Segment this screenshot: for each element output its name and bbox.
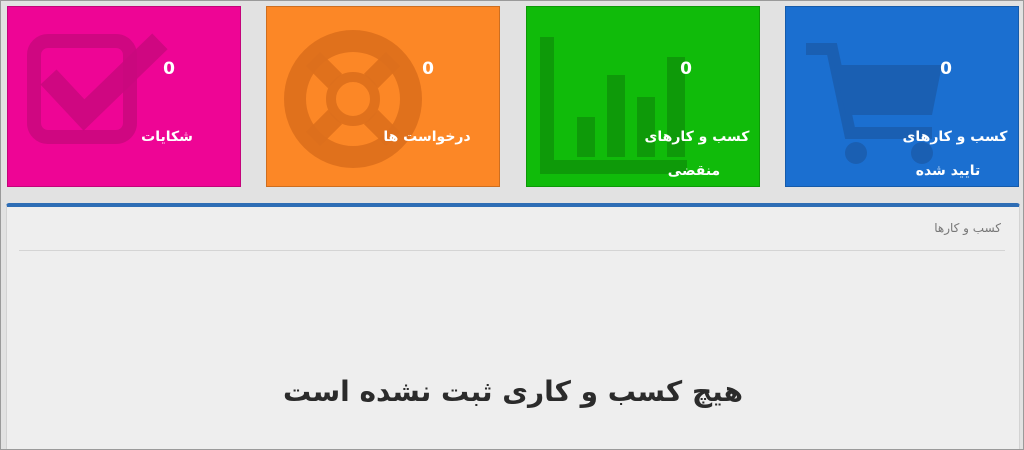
tile-approved-businesses[interactable]: 0 کسب و کارهای تایید شده [785,6,1019,187]
complaints-count: 0 [163,59,175,79]
approved-count: 0 [940,59,952,79]
requests-count: 0 [422,59,434,79]
complaints-label: شکایات [141,129,193,145]
approved-label-line2: تایید شده [915,163,981,179]
expired-label-line1: کسب و کارهای [644,129,750,145]
tile-expired-businesses[interactable]: 0 کسب و کارهای منقضی [526,6,760,187]
tile-complaints[interactable]: 0 شکایات [7,6,241,187]
stats-tiles: 0 شکایات 0 درخواست ها 0 کسب و کارهای منق… [7,6,1019,187]
approved-label-line1: کسب و کارهای [902,129,1008,145]
app-frame: 0 شکایات 0 درخواست ها 0 کسب و کارهای منق… [0,0,1024,450]
panel-title: کسب و کارها [934,221,1001,235]
tile-requests[interactable]: 0 درخواست ها [266,6,500,187]
expired-label-line2: منقضی [667,163,721,179]
panel-header: کسب و کارها [19,221,1005,251]
expired-count: 0 [680,59,692,79]
empty-state-message: هیچ کسب و کاری ثبت نشده است [283,375,743,408]
businesses-panel: کسب و کارها هیچ کسب و کاری ثبت نشده است [6,203,1020,449]
requests-label: درخواست ها [383,129,471,145]
